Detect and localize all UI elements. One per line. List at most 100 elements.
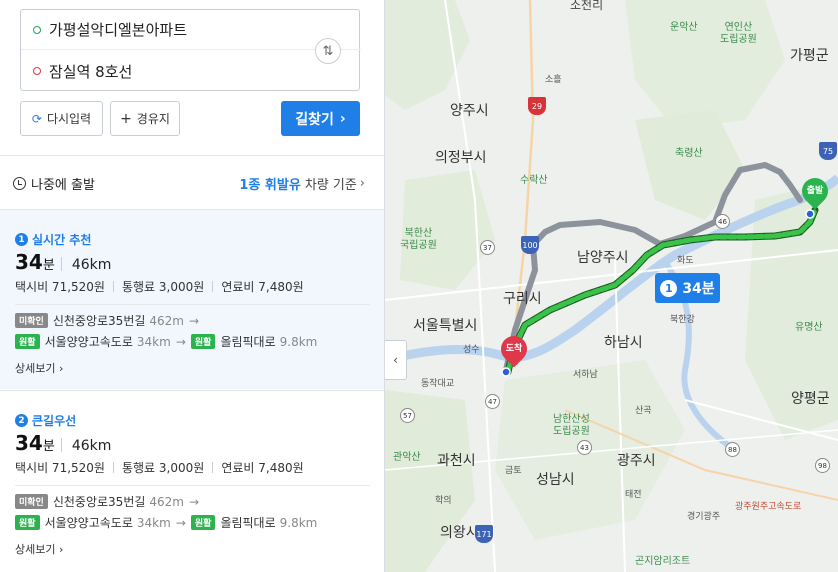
origin-field[interactable]: 가평설악디엘본아파트 xyxy=(21,10,361,50)
road-distance: 462m xyxy=(149,313,184,328)
map-label-namyangju: 남양주시 xyxy=(577,250,629,266)
traffic-status-badge: 미확인 xyxy=(15,313,48,328)
add-waypoint-button[interactable]: + 경유지 xyxy=(110,101,180,136)
route-shield: 43 xyxy=(577,440,592,455)
road-distance: 9.8km xyxy=(279,334,318,349)
map-label-unak: 운악산 xyxy=(670,22,698,33)
map-label-sangok: 산곡 xyxy=(635,406,652,416)
map-label-taejeon: 태전 xyxy=(625,490,642,500)
road-distance: 34km xyxy=(136,515,171,530)
refresh-icon: ⟳ xyxy=(31,111,42,126)
taxi-fare: 택시비 71,520원 xyxy=(15,461,105,475)
route-title-text: 큰길우선 xyxy=(32,414,77,428)
traffic-status-badge: 원활 xyxy=(190,334,216,349)
route-time-bubble[interactable]: 1 34분 xyxy=(655,273,720,303)
map-label-yangpyeong: 양평군 xyxy=(791,391,830,407)
destination-text: 잠실역 8호선 xyxy=(49,62,133,81)
map-label-gonjiam: 곤지암리조트 xyxy=(635,556,691,567)
reset-button[interactable]: ⟳ 다시입력 xyxy=(20,101,103,136)
road-distance: 9.8km xyxy=(279,515,318,530)
map-label-gapyeong: 가평군 xyxy=(790,48,829,64)
end-pin[interactable]: 도착 xyxy=(495,330,533,370)
map-label-sochon: 소천리 xyxy=(570,0,604,12)
route-shield: 100 xyxy=(521,236,539,254)
route-time-text: 34분 xyxy=(682,281,715,297)
swap-button[interactable]: ⇅ xyxy=(315,38,341,64)
chevron-right-icon: › xyxy=(58,362,64,375)
map-view[interactable]: 소천리 가평군 양주시 의정부시 남양주시 구리시 서울특별시 하남시 양평군 … xyxy=(385,0,838,572)
road-segment-row: 원활 서울양양고속도로 34km → 원활 올림픽대로 9.8km xyxy=(15,514,317,531)
divider xyxy=(15,304,370,305)
route-number-badge: 1 xyxy=(15,233,28,246)
map-label-seongnam: 성남시 xyxy=(536,472,575,488)
chevron-right-icon: › xyxy=(339,110,346,127)
road-segment-row: 미확인 신천중앙로35번길 462m → xyxy=(15,493,204,510)
arrow-right-icon: → xyxy=(189,494,200,509)
origin-text: 가평설악디엘본아파트 xyxy=(49,21,188,39)
waypoint-label: 경유지 xyxy=(136,112,170,126)
map-label-suraksan: 수락산 xyxy=(520,175,548,186)
find-route-label: 길찾기 xyxy=(295,111,334,128)
route-duration: 34분 46km xyxy=(15,250,111,274)
map-label-gyeonggi-gwangju: 경기광주 xyxy=(687,512,721,522)
map-label-uiwang: 의왕시 xyxy=(440,525,479,541)
duration-value: 34 xyxy=(15,250,43,274)
fuel-cost: 연료비 7,480원 xyxy=(221,461,304,475)
route-detail-link[interactable]: 상세보기 › xyxy=(15,541,63,557)
map-label-hakui: 학의 xyxy=(435,496,452,506)
route-option-2[interactable]: 2 큰길우선 34분 46km 택시비 71,520원 통행료 3,000원 연료… xyxy=(0,390,384,570)
taxi-fare: 택시비 71,520원 xyxy=(15,280,105,294)
depart-later-button[interactable]: 나중에 출발 xyxy=(31,174,95,193)
detail-text: 상세보기 xyxy=(15,362,56,375)
detail-text: 상세보기 xyxy=(15,543,56,556)
map-label-yumyeong: 유명산 xyxy=(795,322,823,333)
map-label-seohasan: 서하남 xyxy=(573,370,598,380)
map-label-gwangju: 광주시 xyxy=(617,453,656,469)
duration-unit: 분 xyxy=(42,439,55,454)
route-shield: 57 xyxy=(400,408,415,423)
traffic-status-badge: 원활 xyxy=(190,515,216,530)
destination-field[interactable]: 잠실역 8호선 xyxy=(21,51,311,91)
route-shield: 98 xyxy=(815,458,830,473)
route-title: 2 큰길우선 xyxy=(15,412,76,429)
road-distance: 462m xyxy=(149,494,184,509)
route-detail-link[interactable]: 상세보기 › xyxy=(15,360,63,376)
route-option-1[interactable]: 1 실시간 추천 34분 46km 택시비 71,520원 통행료 3,000원 … xyxy=(0,209,384,389)
plus-icon: + xyxy=(120,110,132,127)
map-label-hwado: 화도 xyxy=(677,256,694,266)
route-shield: 46 xyxy=(715,214,730,229)
panel-collapse-button[interactable]: ‹ xyxy=(385,340,407,380)
traffic-status-badge: 미확인 xyxy=(15,494,48,509)
traffic-status-badge: 원활 xyxy=(15,515,40,530)
clock-icon xyxy=(13,176,26,190)
map-label-bukhan: 북한강 xyxy=(670,315,695,325)
arrow-right-icon: → xyxy=(175,515,186,530)
map-canvas xyxy=(385,0,838,572)
duration-value: 34 xyxy=(15,431,43,455)
find-route-button[interactable]: 길찾기 › xyxy=(281,101,360,136)
route-distance: 46km xyxy=(71,438,112,454)
action-buttons: ⟳ 다시입력 + 경유지 길찾기 › xyxy=(20,101,360,136)
vehicle-basis-text[interactable]: 차량 기준 xyxy=(305,174,357,193)
map-label-guri: 구리시 xyxy=(503,291,542,307)
fuel-cost: 연료비 7,480원 xyxy=(221,280,304,294)
start-pin-label: 출발 xyxy=(806,186,824,196)
road-name: 서울양양고속도로 xyxy=(44,516,133,530)
route-shield: 29 xyxy=(528,97,546,115)
route-shield: 75 xyxy=(819,142,837,160)
arrow-right-icon: → xyxy=(175,334,186,349)
fuel-type-link[interactable]: 1종 휘발유 xyxy=(239,174,300,193)
map-label-seongsu: 성수 xyxy=(463,345,480,355)
road-name: 신천중앙로35번길 xyxy=(52,314,146,328)
road-name: 신천중앙로35번길 xyxy=(52,495,146,509)
divider xyxy=(15,485,370,486)
destination-dot-icon xyxy=(33,67,41,75)
route-shield: 171 xyxy=(475,525,493,543)
route-shield: 88 xyxy=(725,442,740,457)
road-segment-row: 원활 서울양양고속도로 34km → 원활 올림픽대로 9.8km xyxy=(15,333,317,350)
map-label-bukhansan: 북한산 국립공원 xyxy=(400,228,437,251)
start-pin[interactable]: 출발 xyxy=(796,172,834,212)
map-label-expressway: 광주원주고속도로 xyxy=(735,502,802,512)
toll-fee: 통행료 3,000원 xyxy=(121,280,205,294)
route-title: 1 실시간 추천 xyxy=(15,231,91,248)
